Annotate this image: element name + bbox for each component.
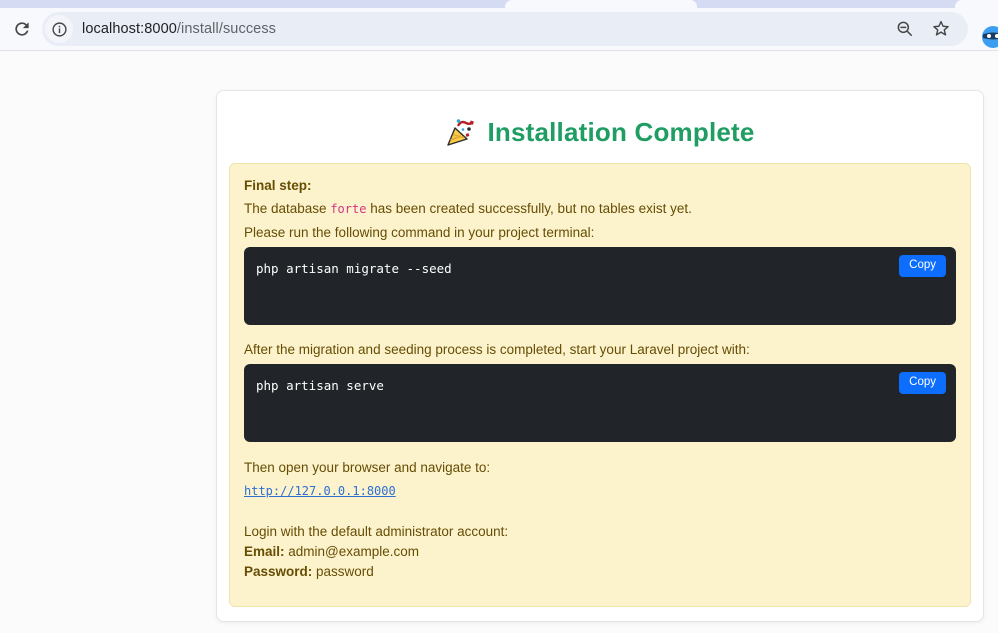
email-label: Email: [244, 544, 285, 559]
app-link[interactable]: http://127.0.0.1:8000 [244, 484, 396, 498]
after-migration-line: After the migration and seeding process … [244, 342, 750, 357]
masked-avatar-icon [982, 26, 998, 48]
password-line: Password: password [244, 562, 956, 582]
url-host: localhost:8000 [82, 21, 177, 37]
page-info-icon [51, 21, 67, 37]
party-popper-icon [447, 119, 475, 146]
email-value: admin@example.com [284, 544, 420, 559]
inactive-tab[interactable] [955, 0, 998, 8]
address-bar[interactable]: localhost:8000/install/success [42, 12, 968, 46]
final-step-alert: Final step: The database forte has been … [229, 163, 971, 607]
db-name-code: forte [330, 202, 367, 216]
final-step-label: Final step: [244, 178, 312, 193]
serve-command: php artisan serve [256, 378, 384, 393]
email-line: Email: admin@example.com [244, 542, 956, 562]
page-title-row: Installation Complete [229, 108, 971, 156]
profile-button[interactable] [981, 25, 998, 49]
migrate-code-block: php artisan migrate --seed Copy [244, 247, 956, 325]
bookmark-button[interactable] [930, 18, 952, 40]
zoom-out-button[interactable] [894, 18, 916, 40]
page-viewport: Installation Complete Final step: The da… [0, 52, 998, 633]
reload-button[interactable] [8, 15, 36, 43]
copy-migrate-button[interactable]: Copy [899, 255, 946, 277]
password-label: Password: [244, 564, 313, 579]
migrate-command: php artisan migrate --seed [256, 261, 452, 276]
tab-strip [0, 0, 998, 8]
active-tab[interactable] [505, 0, 697, 8]
page-title: Installation Complete [487, 116, 755, 147]
browser-toolbar: localhost:8000/install/success [0, 8, 998, 51]
url-path: /install/success [176, 21, 277, 37]
login-line: Login with the default administrator acc… [244, 524, 509, 539]
bookmark-star-icon [933, 20, 949, 36]
app-link-line: http://127.0.0.1:8000 [244, 479, 956, 503]
run-command-line: Please run the following command in your… [244, 225, 595, 240]
password-value: password [312, 564, 374, 579]
navigate-line: Then open your browser and navigate to: [244, 460, 491, 475]
page-info-button[interactable] [45, 15, 73, 43]
db-line-pre: The database [244, 201, 331, 216]
zoom-out-icon [897, 21, 912, 36]
serve-code-block: php artisan serve Copy [244, 364, 956, 442]
copy-serve-button[interactable]: Copy [899, 372, 946, 394]
db-line-post: has been created successfully, but no ta… [366, 201, 692, 216]
install-card: Installation Complete Final step: The da… [216, 90, 984, 622]
url-text[interactable]: localhost:8000/install/success [82, 21, 894, 37]
reload-icon [15, 22, 29, 36]
database-created-line: The database forte has been created succ… [244, 197, 956, 221]
